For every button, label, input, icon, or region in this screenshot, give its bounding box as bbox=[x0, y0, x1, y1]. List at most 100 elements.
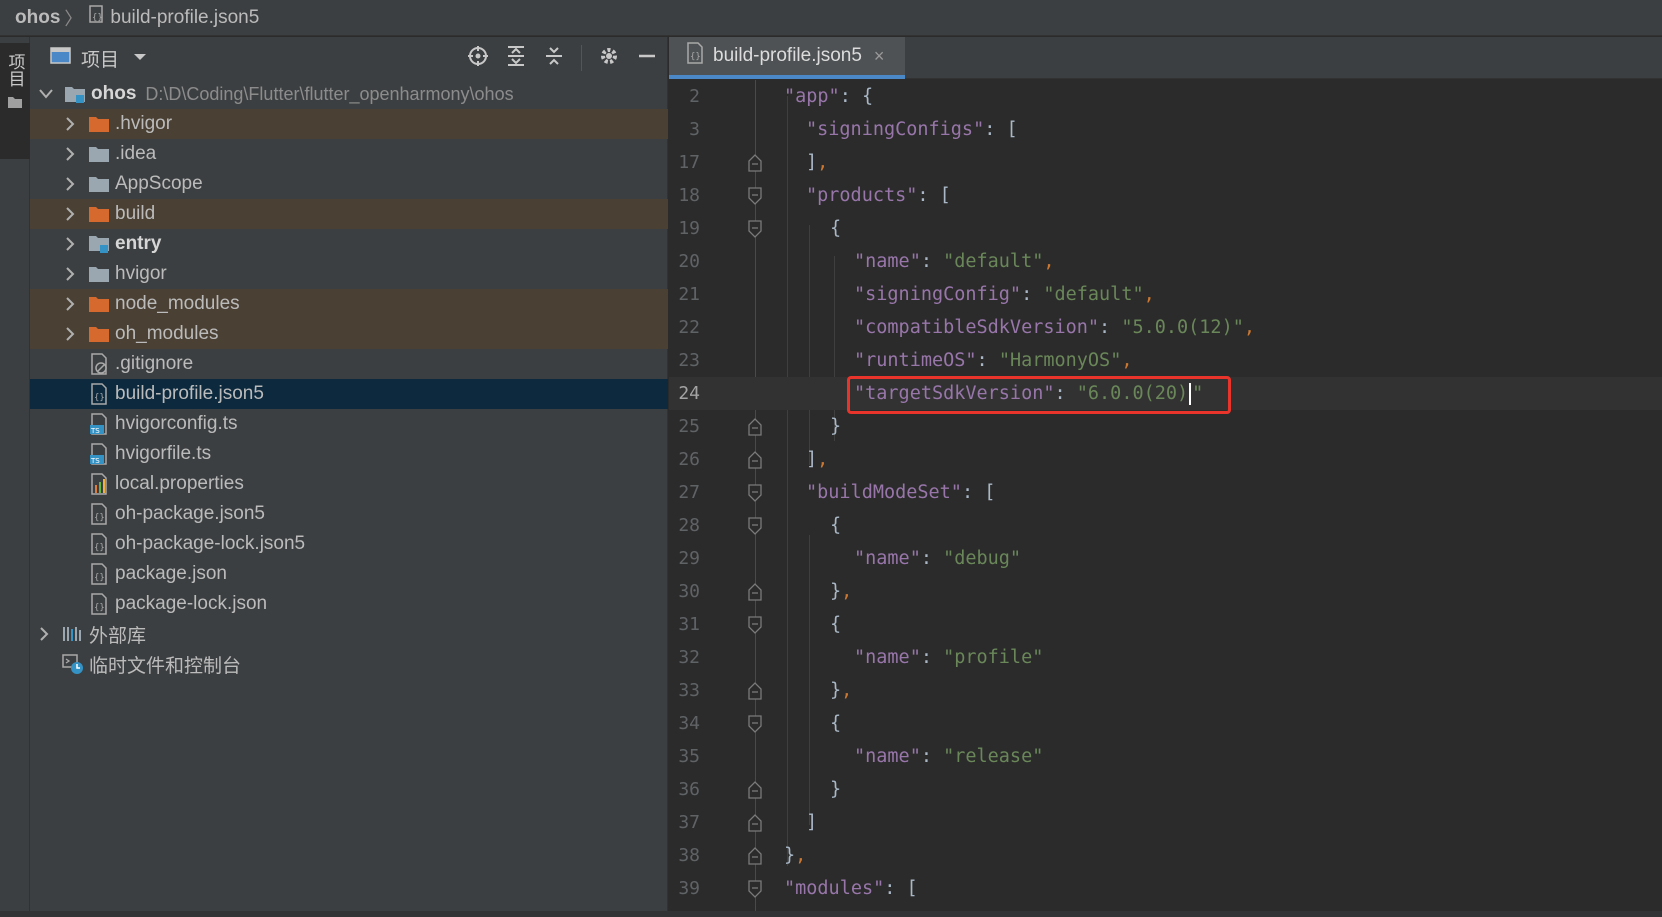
chevron-right-icon[interactable] bbox=[62, 139, 78, 169]
chevron-right-icon[interactable] bbox=[62, 289, 78, 319]
fold-end-icon[interactable] bbox=[748, 814, 762, 832]
chevron-right-icon[interactable] bbox=[62, 319, 78, 349]
line-number: 3 bbox=[689, 119, 700, 140]
collapse-all-icon[interactable] bbox=[543, 45, 565, 72]
tree-item-hvigor-hidden[interactable]: .hvigor bbox=[30, 109, 668, 139]
tree-item-label: build-profile.json5 bbox=[115, 383, 264, 404]
fold-start-icon[interactable] bbox=[748, 187, 762, 205]
gear-icon[interactable] bbox=[598, 45, 620, 72]
chevron-right-icon[interactable] bbox=[62, 109, 78, 139]
code-text: }, bbox=[830, 680, 853, 701]
tree-item-scratches[interactable]: 临时文件和控制台 bbox=[30, 649, 668, 679]
project-tool-tab[interactable]: 项目 bbox=[0, 43, 30, 159]
breadcrumb-file[interactable]: build-profile.json5 bbox=[110, 7, 259, 29]
chevron-right-icon[interactable] bbox=[36, 619, 52, 649]
chevron-down-icon[interactable] bbox=[133, 49, 147, 67]
tree-item-build-profile[interactable]: {} build-profile.json5 bbox=[30, 379, 668, 409]
chevron-down-icon[interactable] bbox=[38, 79, 54, 109]
code-text: "signingConfig": "default", bbox=[854, 284, 1155, 305]
horizontal-scrollbar[interactable] bbox=[0, 911, 1662, 917]
code-text: } bbox=[830, 779, 842, 800]
tree-item-node-modules[interactable]: node_modules bbox=[30, 289, 668, 319]
fold-start-icon[interactable] bbox=[748, 880, 762, 898]
chevron-right-icon[interactable] bbox=[62, 229, 78, 259]
chevron-right-icon[interactable] bbox=[62, 259, 78, 289]
code-text: "name": "release" bbox=[854, 746, 1044, 767]
code-editor[interactable]: 2 "app": { 3 "signingConfigs": [ 17 ], 1… bbox=[669, 80, 1662, 917]
folder-excluded-icon bbox=[88, 323, 110, 345]
svg-text:{}: {} bbox=[94, 573, 105, 583]
fold-end-icon[interactable] bbox=[748, 583, 762, 601]
tree-item-entry[interactable]: entry bbox=[30, 229, 668, 259]
tree-item-oh-package[interactable]: {} oh-package.json5 bbox=[30, 499, 668, 529]
svg-text:{}: {} bbox=[94, 603, 105, 613]
code-line: 3 "signingConfigs": [ bbox=[669, 113, 1662, 146]
chevron-right-icon[interactable] bbox=[62, 199, 78, 229]
root-path: D:\D\Coding\Flutter\flutter_openharmony\… bbox=[145, 83, 514, 104]
json-file-icon: {} bbox=[88, 593, 110, 615]
expand-all-icon[interactable] bbox=[505, 45, 527, 72]
tree-item-build[interactable]: build bbox=[30, 199, 668, 229]
scratches-icon bbox=[62, 653, 84, 675]
breadcrumb-root[interactable]: ohos bbox=[15, 7, 60, 29]
code-line: 21 "signingConfig": "default", bbox=[669, 278, 1662, 311]
tree-item-appscope[interactable]: AppScope bbox=[30, 169, 668, 199]
fold-start-icon[interactable] bbox=[748, 616, 762, 634]
locate-file-icon[interactable] bbox=[467, 45, 489, 72]
fold-end-icon[interactable] bbox=[748, 154, 762, 172]
minimize-icon[interactable] bbox=[636, 45, 658, 72]
tree-item-idea[interactable]: .idea bbox=[30, 139, 668, 169]
tab-build-profile[interactable]: {} build-profile.json5 × bbox=[669, 37, 905, 79]
project-panel-title[interactable]: 项目 bbox=[81, 45, 119, 72]
fold-end-icon[interactable] bbox=[748, 847, 762, 865]
tree-item-external-libraries[interactable]: 外部库 bbox=[30, 619, 668, 649]
code-text: }, bbox=[830, 581, 853, 602]
tree-item-label: .idea bbox=[115, 143, 157, 164]
project-tool-tab-label: 项目 bbox=[5, 53, 25, 87]
fold-start-icon[interactable] bbox=[748, 220, 762, 238]
svg-text:{}: {} bbox=[690, 52, 701, 62]
editor-tabbar: {} build-profile.json5 × bbox=[669, 37, 1662, 79]
close-icon[interactable]: × bbox=[874, 46, 885, 67]
root-name: ohos bbox=[91, 83, 137, 104]
tree-item-gitignore[interactable]: .gitignore bbox=[30, 349, 668, 379]
code-line: 2 "app": { bbox=[669, 80, 1662, 113]
code-text: "modules": [ bbox=[784, 878, 918, 899]
tree-item-hvigor[interactable]: hvigor bbox=[30, 259, 668, 289]
fold-start-icon[interactable] bbox=[748, 484, 762, 502]
tree-item-hvigorconfig[interactable]: TS hvigorconfig.ts bbox=[30, 409, 668, 439]
folder-icon bbox=[88, 173, 110, 195]
line-number: 27 bbox=[678, 482, 700, 503]
code-line: 37 ] bbox=[669, 806, 1662, 839]
fold-end-icon[interactable] bbox=[748, 451, 762, 469]
line-number: 37 bbox=[678, 812, 700, 833]
tree-item-label: local.properties bbox=[115, 473, 244, 494]
fold-start-icon[interactable] bbox=[748, 715, 762, 733]
tree-item-local-properties[interactable]: local.properties bbox=[30, 469, 668, 499]
line-number: 23 bbox=[678, 350, 700, 371]
typescript-file-icon: TS bbox=[88, 413, 110, 435]
tree-item-oh-package-lock[interactable]: {} oh-package-lock.json5 bbox=[30, 529, 668, 559]
tree-item-package-json[interactable]: {} package.json bbox=[30, 559, 668, 589]
editor-area: {} build-profile.json5 × 2 "app": { 3 "s… bbox=[669, 37, 1662, 917]
code-line: 35 "name": "release" bbox=[669, 740, 1662, 773]
typescript-file-icon: TS bbox=[88, 443, 110, 465]
fold-end-icon[interactable] bbox=[748, 682, 762, 700]
breadcrumb-separator: 〉 bbox=[64, 8, 83, 29]
chevron-right-icon[interactable] bbox=[62, 169, 78, 199]
line-number: 28 bbox=[678, 515, 700, 536]
module-folder-icon bbox=[88, 233, 110, 255]
tree-root-ohos[interactable]: ohos D:\D\Coding\Flutter\flutter_openhar… bbox=[30, 79, 668, 109]
fold-end-icon[interactable] bbox=[748, 418, 762, 436]
code-text: "name": "default", bbox=[854, 251, 1055, 272]
code-text: "app": { bbox=[784, 86, 874, 107]
tool-window-strip: 项目 bbox=[0, 37, 30, 917]
fold-end-icon[interactable] bbox=[748, 781, 762, 799]
code-line: 32 "name": "profile" bbox=[669, 641, 1662, 674]
svg-text:TS: TS bbox=[90, 457, 100, 465]
tree-item-hvigorfile[interactable]: TS hvigorfile.ts bbox=[30, 439, 668, 469]
tree-item-package-lock[interactable]: {} package-lock.json bbox=[30, 589, 668, 619]
module-folder-icon bbox=[64, 83, 86, 105]
tree-item-oh-modules[interactable]: oh_modules bbox=[30, 319, 668, 349]
fold-start-icon[interactable] bbox=[748, 517, 762, 535]
